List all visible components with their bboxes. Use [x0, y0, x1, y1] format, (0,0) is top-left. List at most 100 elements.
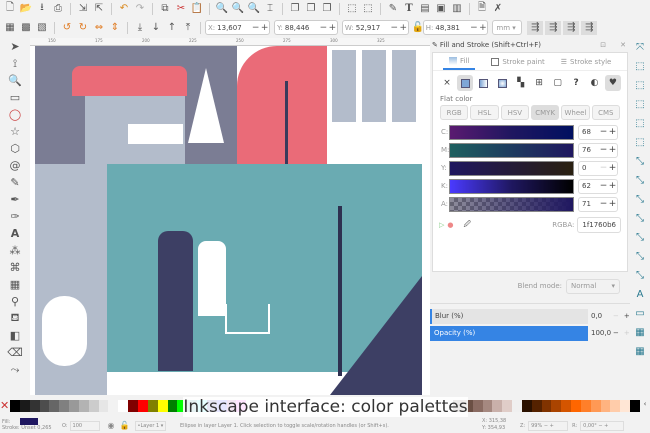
- copy-icon[interactable]: ⧉: [157, 2, 173, 16]
- raise-icon[interactable]: ↑: [164, 21, 180, 35]
- y-value[interactable]: 0− +: [578, 160, 618, 176]
- fill-indicator[interactable]: [20, 418, 39, 425]
- paste-icon[interactable]: 📋: [189, 2, 205, 16]
- palette-swatch[interactable]: [541, 400, 552, 412]
- snap-enable-icon[interactable]: ⤧: [632, 38, 648, 57]
- objects-icon[interactable]: ▣: [433, 2, 449, 16]
- stroke-indicator[interactable]: Unset 0,265: [21, 425, 51, 431]
- bucket-tool-icon[interactable]: ⛾: [7, 310, 23, 327]
- layer-select[interactable]: •Layer 1 ▾: [134, 420, 167, 431]
- ungroup-icon[interactable]: ⬚: [360, 2, 376, 16]
- palette-swatch[interactable]: [78, 400, 89, 412]
- pattern-icon[interactable]: ⊞: [531, 75, 547, 91]
- cut-icon[interactable]: ✂: [173, 2, 189, 16]
- fill-rule-nonzero-icon[interactable]: ♥: [604, 75, 621, 91]
- unit-select[interactable]: mm ▾: [492, 20, 523, 35]
- open-icon[interactable]: 📂: [18, 2, 34, 16]
- palette-swatch[interactable]: [19, 400, 30, 412]
- snap-intersection-icon[interactable]: ⤡: [632, 190, 648, 209]
- snap-bbox-edge-icon[interactable]: ⬚: [632, 76, 648, 95]
- tab-stroke-style[interactable]: ☰ Stroke style: [561, 53, 612, 70]
- palette-swatch[interactable]: [49, 400, 60, 412]
- x-field[interactable]: X: 13,607− +: [205, 20, 271, 35]
- mode-hsl[interactable]: HSL: [470, 105, 499, 120]
- redo-icon[interactable]: ↷: [132, 2, 148, 16]
- spray-tool-icon[interactable]: ⁂: [7, 242, 23, 259]
- blur-slider[interactable]: Blur (%): [430, 308, 588, 324]
- connector-tool-icon[interactable]: ⤳: [7, 361, 23, 378]
- lower-icon[interactable]: ↓: [148, 21, 164, 35]
- snap-guide-icon[interactable]: ▦: [632, 342, 648, 361]
- palette-swatch[interactable]: [128, 400, 138, 412]
- snap-nodes-icon[interactable]: ⤡: [632, 152, 648, 171]
- palette-swatch[interactable]: [88, 400, 99, 412]
- palette-swatch[interactable]: [551, 400, 562, 412]
- flip-vertical-icon[interactable]: ⇕: [107, 21, 123, 35]
- palette-swatch[interactable]: [521, 400, 532, 412]
- dock-icon[interactable]: ⊡: [600, 41, 606, 49]
- y-slider[interactable]: [449, 160, 574, 176]
- zoom-tool-icon[interactable]: 🔍: [7, 72, 23, 89]
- palette-swatch[interactable]: [600, 400, 611, 412]
- unset-paint-icon[interactable]: ?: [568, 75, 584, 91]
- palette-swatch[interactable]: [482, 400, 493, 412]
- palette-menu-icon[interactable]: ‹: [640, 400, 650, 412]
- eraser-tool-icon[interactable]: ⌫: [7, 344, 23, 361]
- transform-patterns-icon[interactable]: ⇶: [581, 20, 598, 35]
- palette-swatch[interactable]: [492, 400, 503, 412]
- 3dbox-tool-icon[interactable]: ⬡: [7, 140, 23, 157]
- text-icon[interactable]: T: [401, 2, 417, 16]
- selector-tool-icon[interactable]: ➤: [7, 38, 23, 55]
- palette-swatch[interactable]: [531, 400, 542, 412]
- snap-center-icon[interactable]: ⤡: [632, 247, 648, 266]
- unlink-clone-icon[interactable]: ❐: [319, 2, 335, 16]
- palette-swatch[interactable]: [59, 400, 70, 412]
- pen-tool-icon[interactable]: ✒: [7, 191, 23, 208]
- palette-swatch[interactable]: [610, 400, 621, 412]
- opacity-value[interactable]: 100,0: [591, 329, 613, 337]
- star-tool-icon[interactable]: ☆: [7, 123, 23, 140]
- flip-horizontal-icon[interactable]: ⇔: [91, 21, 107, 35]
- a-slider[interactable]: [449, 196, 574, 212]
- zoom-field[interactable]: 99% − +: [528, 420, 569, 431]
- snap-page-icon[interactable]: ▭: [632, 304, 648, 323]
- color-managed-icon[interactable]: ▷: [439, 221, 444, 229]
- new-icon[interactable]: 🗋: [2, 2, 18, 16]
- zoom-width-icon[interactable]: ⌶: [262, 2, 278, 16]
- no-color-icon[interactable]: ✕: [0, 400, 10, 412]
- mode-hsv[interactable]: HSV: [500, 105, 529, 120]
- xml-editor-icon[interactable]: ✎: [385, 2, 401, 16]
- palette-swatch[interactable]: [167, 400, 178, 412]
- mesh-tool-icon[interactable]: ▦: [7, 276, 23, 293]
- snap-grid-icon[interactable]: ▦: [632, 323, 648, 342]
- lower-bottom-icon[interactable]: ⤓: [132, 21, 148, 35]
- palette-swatch[interactable]: [512, 400, 522, 412]
- snap-bbox-corner-icon[interactable]: ⬚: [632, 95, 648, 114]
- spiral-tool-icon[interactable]: @: [7, 157, 23, 174]
- mode-cmyk[interactable]: CMYK: [530, 105, 560, 120]
- palette-swatch[interactable]: [571, 400, 581, 412]
- rect-tool-icon[interactable]: ▭: [7, 89, 23, 106]
- k-slider[interactable]: [449, 178, 574, 194]
- dropper-tool-icon[interactable]: ⚲: [7, 293, 23, 310]
- close-icon[interactable]: ✕: [620, 41, 626, 49]
- import-icon[interactable]: ⇲: [75, 2, 91, 16]
- palette-swatch[interactable]: [137, 400, 148, 412]
- rotation-field[interactable]: 0,00° − +: [580, 420, 625, 431]
- palette-swatch[interactable]: [502, 400, 513, 412]
- print-icon[interactable]: ⎙: [50, 2, 66, 16]
- palette-swatch[interactable]: [118, 400, 129, 412]
- layer-visibility-icon[interactable]: ◉: [108, 421, 115, 430]
- tab-stroke-paint[interactable]: Stroke paint: [491, 53, 545, 70]
- snap-rotation-icon[interactable]: ⤡: [632, 266, 648, 285]
- mode-wheel[interactable]: Wheel: [561, 105, 590, 120]
- export-icon[interactable]: ⇱: [91, 2, 107, 16]
- snap-midpoint-icon[interactable]: ⤡: [632, 228, 648, 247]
- palette-swatch[interactable]: [630, 400, 640, 412]
- preferences-icon[interactable]: ✗: [490, 2, 506, 16]
- opacity-field[interactable]: 100: [69, 420, 100, 431]
- ellipse-tool-icon[interactable]: ◯: [7, 106, 23, 123]
- palette-swatch[interactable]: [10, 400, 20, 412]
- m-slider[interactable]: [449, 142, 574, 158]
- layers-icon[interactable]: ▤: [417, 2, 433, 16]
